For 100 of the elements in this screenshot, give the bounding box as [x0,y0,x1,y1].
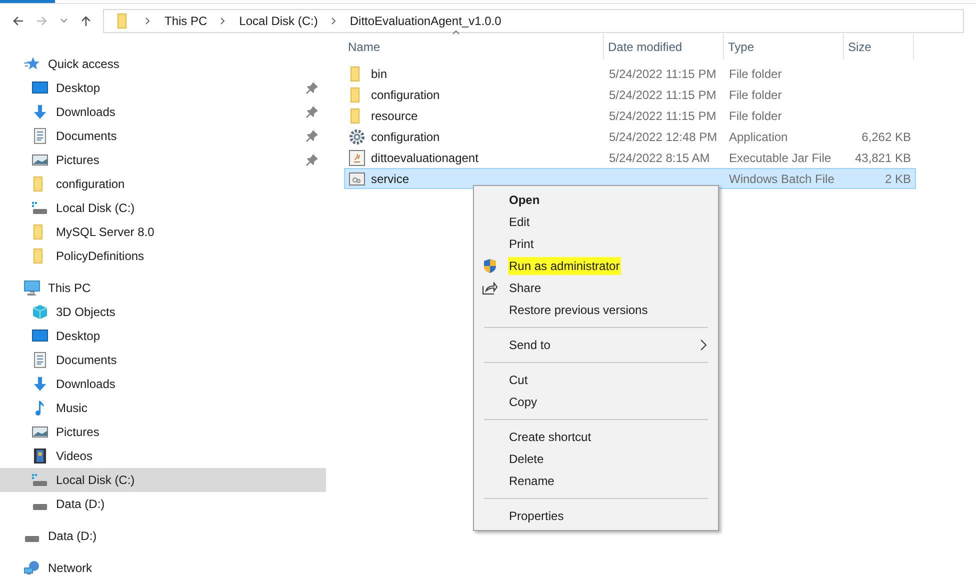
menu-item[interactable]: Print [508,235,535,253]
menu-item[interactable]: Share [508,279,542,297]
file-name: resource [371,108,418,124]
sidebar-item[interactable]: Pictures [0,148,326,172]
date-modified: 5/24/2022 11:15 PM [608,108,718,124]
file-size: 2 KB [884,170,912,188]
column-header[interactable]: Type [724,34,844,60]
picture-icon [32,424,48,440]
shield-icon [482,258,498,274]
sidebar-item[interactable]: Videos [0,444,326,468]
sidebar-item[interactable]: Desktop [0,76,326,100]
file-row[interactable]: service Windows Batch File 2 KB [344,168,916,189]
file-type: File folder [728,66,783,82]
date-modified: 5/24/2022 11:15 PM [608,86,718,104]
breadcrumb-item[interactable]: Local Disk (C:) [239,12,318,30]
cube-icon [32,304,48,320]
file-type: Windows Batch File [728,170,836,188]
drive-icon [32,200,48,216]
sidebar-item[interactable]: Pictures [0,420,326,444]
menu-item[interactable]: Run as administrator [508,257,621,275]
sidebar-item[interactable]: Documents [0,124,326,148]
menu-item[interactable]: Open [508,191,541,209]
file-name: dittoevaluationagent [371,150,478,166]
file-row[interactable]: dittoevaluationagent 5/24/2022 8:15 AM Executable Jar File 43,821 KB [344,147,916,168]
date-modified: 5/24/2022 8:15 AM [608,150,711,166]
column-header[interactable]: Name [344,34,604,60]
menu-item[interactable]: Create shortcut [508,428,592,446]
address-bar[interactable]: This PC Local Disk (C:) DittoEvaluationAgent_v1.0.0 [103,9,964,33]
drive-icon [32,472,48,488]
sidebar-section[interactable]: Data (D:) [0,524,326,548]
menu-item[interactable]: Restore previous versions [508,301,649,319]
chevron-right-icon [330,17,338,25]
sidebar-item[interactable]: Local Disk (C:) [0,468,326,492]
file-row[interactable]: configuration 5/24/2022 11:15 PM File folder [344,84,916,105]
file-type: File folder [728,108,783,124]
gear-icon [349,128,365,144]
file-name: configuration [371,128,440,146]
up-arrow-icon[interactable] [80,15,92,27]
menu-item[interactable]: Send to [508,336,552,354]
file-type: Executable Jar File [728,150,832,166]
sidebar-section[interactable]: Network [0,556,326,580]
sidebar-item[interactable]: configuration [0,172,326,196]
sidebar-item[interactable]: Music [0,396,326,420]
chevron-right-icon [219,17,228,25]
document-icon [32,128,48,144]
menu-item[interactable]: Delete [508,450,545,468]
file-type: Application [728,128,789,146]
back-arrow-icon[interactable] [12,15,24,27]
date-modified: 5/24/2022 12:48 PM [608,128,718,146]
sidebar-item[interactable]: 3D Objects [0,300,326,324]
file-row[interactable]: bin 5/24/2022 11:15 PM File folder [344,63,916,84]
sidebar-item[interactable]: Data (D:) [0,492,326,516]
sidebar-section[interactable]: This PC [0,276,326,300]
column-header[interactable]: Size [844,34,914,60]
drive-icon [32,504,48,510]
menu-item[interactable]: Edit [508,213,531,231]
java-file-icon [349,150,365,166]
sidebar-item[interactable]: Local Disk (C:) [0,196,326,220]
file-type: File folder [728,86,783,104]
monitor-icon [32,80,48,96]
file-name: configuration [371,86,440,104]
sidebar-item[interactable]: MySQL Server 8.0 [0,220,326,244]
file-row[interactable]: resource 5/24/2022 11:15 PM File folder [344,105,916,126]
film-icon [32,448,48,464]
sort-caret-icon [452,28,460,36]
pin-icon [306,82,318,94]
share-icon [482,280,498,296]
file-size: 43,821 KB [854,150,912,166]
column-header[interactable]: Date modified [604,34,724,60]
chevron-down-icon[interactable] [60,17,68,25]
batch-file-icon [349,170,365,186]
sidebar-item[interactable]: PolicyDefinitions [0,244,326,268]
monitor-icon [32,328,48,344]
pin-icon [306,130,318,142]
sidebar-item[interactable]: Downloads [0,372,326,396]
star-icon [24,56,40,72]
breadcrumb-item[interactable]: DittoEvaluationAgent_v1.0.0 [350,12,502,30]
chevron-right-icon [144,17,152,25]
network-icon [24,560,40,576]
breadcrumb-item[interactable]: This PC [164,12,208,30]
document-icon [32,352,48,368]
down-arrow-icon [32,104,48,120]
sidebar-section[interactable]: Quick access [0,52,326,76]
menu-item[interactable]: Rename [508,472,556,490]
file-name: bin [371,66,388,82]
menu-item[interactable]: Cut [508,371,529,389]
computer-icon [24,280,40,296]
file-name: service [371,170,410,188]
menu-item[interactable]: Properties [508,507,565,525]
drive-icon [24,536,40,542]
menu-item[interactable]: Copy [508,393,538,411]
file-size: 6,262 KB [860,128,912,146]
file-row[interactable]: configuration 5/24/2022 12:48 PM Application 6,262 KB [344,126,916,147]
picture-icon [32,152,48,168]
sidebar-item[interactable]: Downloads [0,100,326,124]
pin-icon [306,154,318,166]
sidebar-item[interactable]: Documents [0,348,326,372]
date-modified: 5/24/2022 11:15 PM [608,66,718,82]
sidebar-item[interactable]: Desktop [0,324,326,348]
pin-icon [306,106,318,118]
